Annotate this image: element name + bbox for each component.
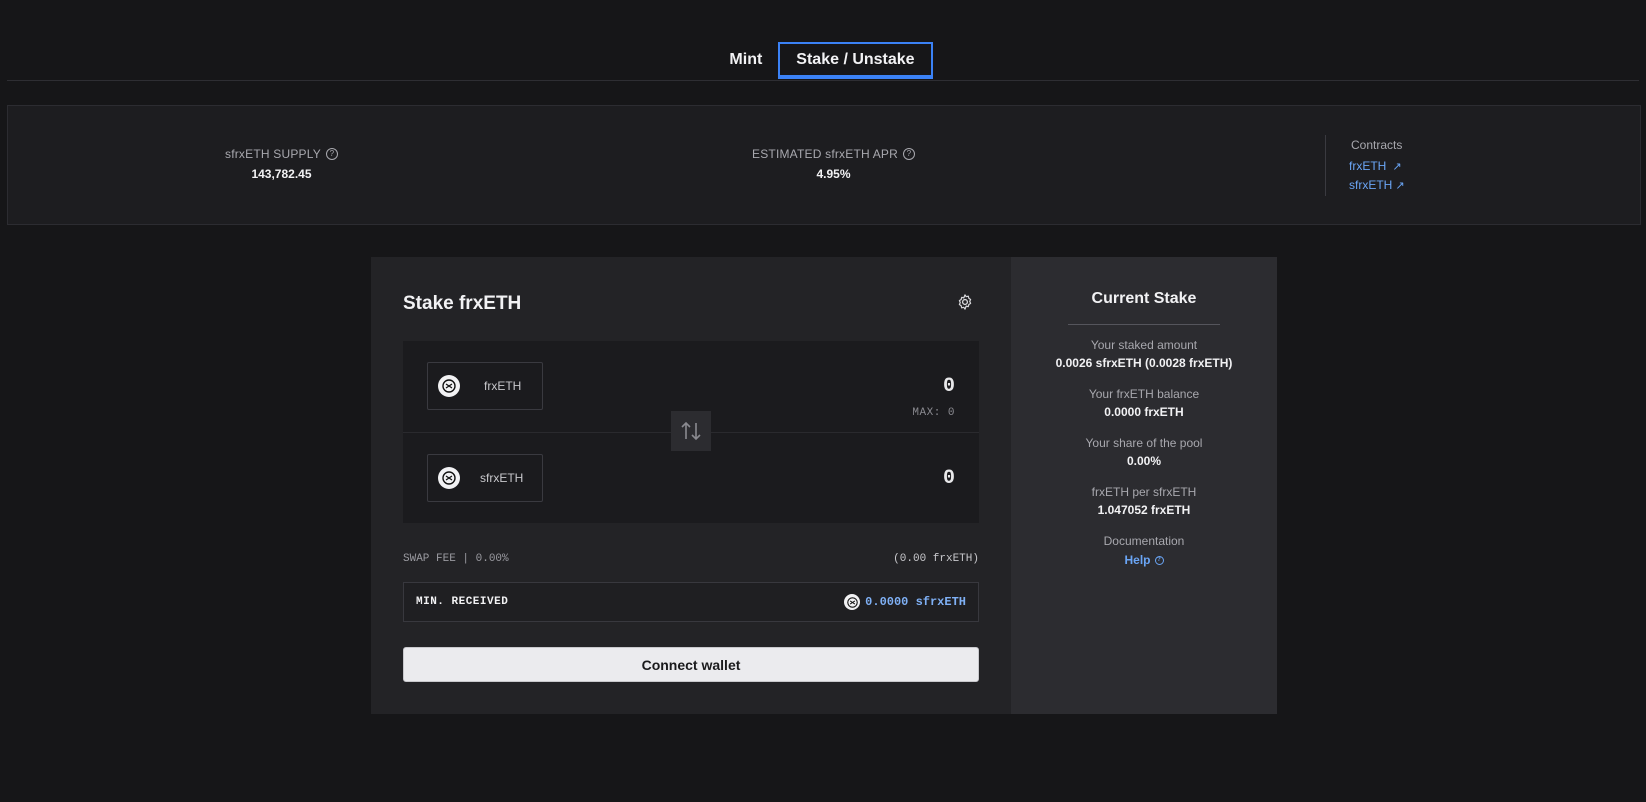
tab-divider xyxy=(7,80,1639,81)
to-token-name: sfrxETH xyxy=(480,471,524,485)
contract-link-frxeth[interactable]: frxETH ↗ xyxy=(1349,159,1405,173)
swap-fee-amount: (0.00 frxETH) xyxy=(893,553,979,565)
swap-fee-row: SWAP FEE | 0.00% (0.00 frxETH) xyxy=(403,553,979,565)
tab-stake-unstake[interactable]: Stake / Unstake xyxy=(778,42,933,79)
apr-stat: ESTIMATED sfrxETH APR ? 4.95% xyxy=(752,147,915,181)
to-amount-output: 0 xyxy=(942,467,955,490)
max-label[interactable]: MAX: 0 xyxy=(912,407,955,419)
min-received-label: MIN. RECEIVED xyxy=(416,596,509,608)
swap-arrows-icon xyxy=(681,421,701,441)
exchange-rate-block: frxETH per sfrxETH 1.047052 frxETH xyxy=(1011,485,1277,517)
apr-label: ESTIMATED sfrxETH APR xyxy=(752,147,898,161)
frxeth-balance-block: Your frxETH balance 0.0000 frxETH xyxy=(1011,387,1277,419)
staked-amount-block: Your staked amount 0.0026 sfrxETH (0.002… xyxy=(1011,338,1277,370)
documentation-label: Documentation xyxy=(1103,534,1185,548)
help-icon[interactable]: ? xyxy=(325,148,338,160)
external-link-icon: ↗ xyxy=(1392,161,1402,173)
to-token-selector[interactable]: sfrxETH xyxy=(427,454,543,502)
frxeth-balance-value: 0.0000 frxETH xyxy=(1104,405,1184,419)
sfrxeth-logo-icon xyxy=(438,467,460,489)
tab-mint[interactable]: Mint xyxy=(713,42,778,79)
min-received-row: MIN. RECEIVED 0.0000 sfrxETH xyxy=(403,582,979,622)
pool-share-block: Your share of the pool 0.00% xyxy=(1011,436,1277,468)
current-stake-divider xyxy=(1068,324,1220,325)
pool-share-value: 0.00% xyxy=(1126,454,1162,468)
apr-value: 4.95% xyxy=(816,167,851,181)
swap-fee-label: SWAP FEE | 0.00% xyxy=(403,553,509,565)
sfrxeth-logo-icon xyxy=(844,594,861,610)
supply-value: 143,782.45 xyxy=(251,167,312,181)
documentation-block: Documentation Help ? xyxy=(1011,534,1277,569)
help-link[interactable]: Help ? xyxy=(1124,553,1164,567)
from-token-selector[interactable]: frxETH xyxy=(427,362,543,410)
help-icon: ? xyxy=(1154,555,1164,565)
frxeth-logo-icon xyxy=(438,375,460,397)
contracts-title: Contracts xyxy=(1351,138,1403,152)
staked-amount-value: 0.0026 sfrxETH (0.0028 frxETH) xyxy=(1055,356,1233,370)
current-stake-title: Current Stake xyxy=(1091,290,1197,307)
contracts-section: Contracts frxETH ↗ sfrxETH ↗ xyxy=(1325,135,1405,196)
swap-direction-button[interactable] xyxy=(671,411,711,451)
connect-wallet-button[interactable]: Connect wallet xyxy=(403,647,979,682)
settings-gear-icon[interactable] xyxy=(956,293,974,311)
external-link-icon: ↗ xyxy=(1395,180,1405,192)
supply-label: sfrxETH SUPPLY xyxy=(225,147,321,161)
stake-title: Stake frxETH xyxy=(403,293,522,314)
from-token-name: frxETH xyxy=(484,379,522,393)
current-stake-panel: Current Stake Your staked amount 0.0026 … xyxy=(1011,257,1277,714)
supply-stat: sfrxETH SUPPLY ? 143,782.45 xyxy=(225,147,338,181)
swap-box: frxETH 0 MAX: 0 sfrxETH 0 xyxy=(403,341,979,523)
min-received-value: 0.0000 sfrxETH xyxy=(865,595,966,609)
stake-card: Stake frxETH frxETH 0 MAX: 0 sfrxETH 0 S… xyxy=(371,257,1277,714)
stake-panel: Stake frxETH frxETH 0 MAX: 0 sfrxETH 0 S… xyxy=(371,257,1011,714)
from-amount-input[interactable]: 0 xyxy=(943,375,955,398)
stats-banner: sfrxETH SUPPLY ? 143,782.45 ESTIMATED sf… xyxy=(7,105,1641,225)
help-icon[interactable]: ? xyxy=(903,148,915,160)
exchange-rate-value: 1.047052 frxETH xyxy=(1097,503,1191,517)
tab-bar: Mint Stake / Unstake xyxy=(0,42,1646,79)
contract-link-sfrxeth[interactable]: sfrxETH ↗ xyxy=(1349,178,1405,192)
